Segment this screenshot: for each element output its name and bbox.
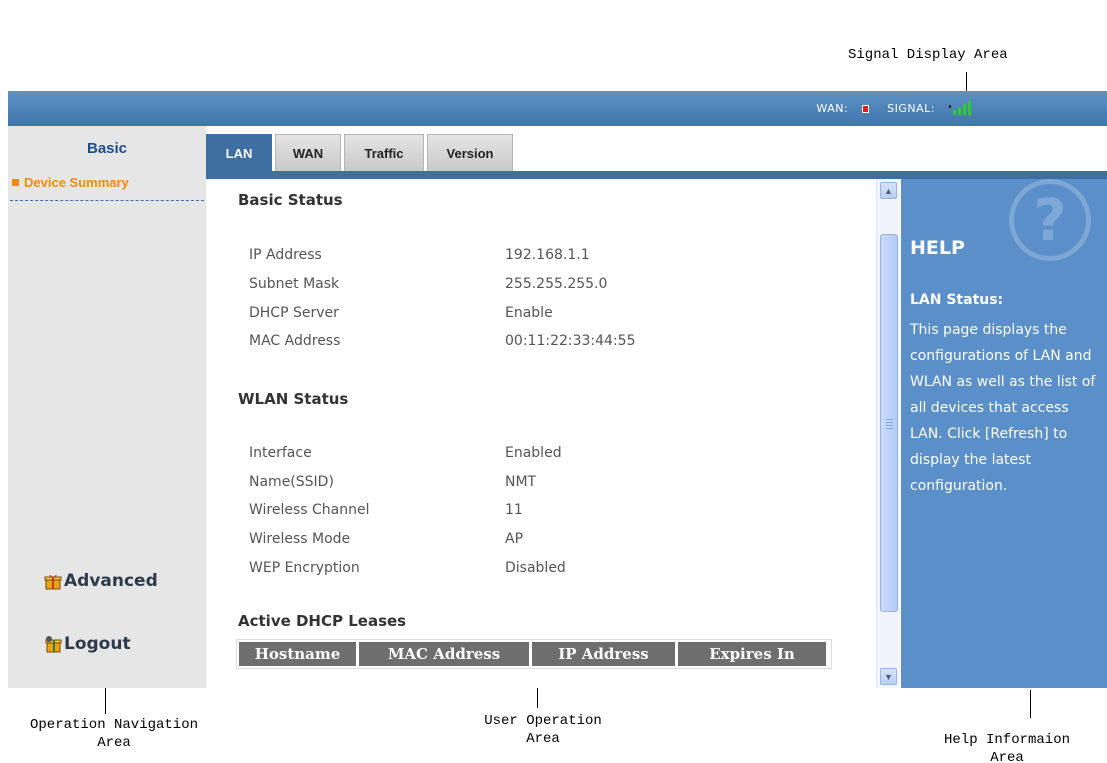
logout-label: Logout <box>64 634 131 654</box>
scroll-down-icon[interactable]: ▼ <box>880 668 897 685</box>
grip-line <box>886 428 893 429</box>
row-value: 00:11:22:33:44:55 <box>505 333 636 349</box>
column-header: Expires In <box>678 642 826 666</box>
navigation-sidebar: Basic Device Summary Advanced Logout <box>8 126 206 688</box>
help-title: HELP <box>910 237 965 259</box>
column-header: IP Address <box>532 642 675 666</box>
scroll-thumb[interactable] <box>880 234 898 612</box>
row-label: Wireless Channel <box>249 502 370 518</box>
bullet-icon <box>12 179 19 186</box>
content-scrollbar[interactable]: ▲ ▼ <box>876 179 900 688</box>
row-value: Enable <box>505 305 553 321</box>
row-value: 192.168.1.1 <box>505 247 590 263</box>
row-label: Wireless Mode <box>249 531 351 547</box>
tab-strip: LAN WAN Traffic Version <box>206 126 1107 179</box>
row-label: WEP Encryption <box>249 560 360 576</box>
tab-lan[interactable]: LAN <box>206 134 272 172</box>
advanced-label: Advanced <box>64 571 158 591</box>
nav-area-pointer <box>105 688 106 714</box>
mac-address-row: MAC Address 00:11:22:33:44:55 <box>249 333 869 349</box>
row-label: MAC Address <box>249 333 341 349</box>
sidebar-title: Basic <box>86 140 128 157</box>
help-area-pointer <box>1030 690 1031 718</box>
tab-wan[interactable]: WAN <box>275 134 341 172</box>
row-label: DHCP Server <box>249 305 339 321</box>
scroll-up-icon[interactable]: ▲ <box>880 182 897 199</box>
nav-area-caption: Operation Navigation Area <box>29 717 199 751</box>
user-operation-area: Basic Status IP Address 192.168.1.1 Subn… <box>206 179 874 688</box>
row-label: Name(SSID) <box>249 474 334 490</box>
interface-row: Interface Enabled <box>249 445 869 461</box>
row-value: 255.255.255.0 <box>505 276 608 292</box>
dhcp-leases-table-header: Hostname MAC Address IP Address Expires … <box>236 639 832 669</box>
wlan-status-title: WLAN Status <box>238 390 349 408</box>
gift-icon <box>44 572 62 590</box>
signal-strength-icon <box>949 100 977 117</box>
row-value: Disabled <box>505 560 566 576</box>
ip-address-row: IP Address 192.168.1.1 <box>249 247 869 263</box>
signal-label: SIGNAL: <box>887 102 935 115</box>
signal-area-caption: Signal Display Area <box>848 47 1008 63</box>
help-body: This page displays the configurations of… <box>910 322 1096 494</box>
wan-label: WAN: <box>816 102 849 115</box>
wireless-mode-row: Wireless Mode AP <box>249 531 869 547</box>
basic-status-title: Basic Status <box>238 191 343 209</box>
dhcp-server-row: DHCP Server Enable <box>249 305 869 321</box>
row-label: Interface <box>249 445 312 461</box>
row-value: Enabled <box>505 445 562 461</box>
grip-line <box>886 419 893 420</box>
ssid-row: Name(SSID) NMT <box>249 474 869 490</box>
wep-encryption-row: WEP Encryption Disabled <box>249 560 869 576</box>
grip-line <box>886 425 893 426</box>
status-topbar: WAN: SIGNAL: <box>8 91 1107 126</box>
signal-display: WAN: SIGNAL: <box>816 91 977 126</box>
tab-underline <box>206 171 1107 179</box>
advanced-link[interactable]: Advanced <box>44 571 158 591</box>
row-value: 11 <box>505 502 523 518</box>
sidebar-item-device-summary[interactable]: Device Summary <box>10 175 204 201</box>
row-value: NMT <box>505 474 537 490</box>
wan-status-icon <box>862 104 870 113</box>
logout-link[interactable]: Logout <box>44 634 131 654</box>
column-header: MAC Address <box>359 642 529 666</box>
tab-traffic[interactable]: Traffic <box>344 134 424 172</box>
row-value: AP <box>505 531 524 547</box>
tab-version[interactable]: Version <box>427 134 513 172</box>
subnet-mask-row: Subnet Mask 255.255.255.0 <box>249 276 869 292</box>
wireless-channel-row: Wireless Channel 11 <box>249 502 869 518</box>
row-label: IP Address <box>249 247 322 263</box>
logout-icon <box>44 635 62 653</box>
dhcp-leases-title: Active DHCP Leases <box>238 612 407 630</box>
help-area-caption: Help Informaion Area <box>943 732 1071 763</box>
help-panel: ? HELP LAN Status: This page displays th… <box>901 179 1107 688</box>
sidebar-item-label: Device Summary <box>24 175 129 190</box>
row-label: Subnet Mask <box>249 276 340 292</box>
help-subtitle: LAN Status: <box>910 292 1004 308</box>
question-mark-icon: ? <box>1009 179 1091 261</box>
user-area-caption: User Operation Area <box>484 713 602 747</box>
grip-line <box>886 422 893 423</box>
column-header: Hostname <box>239 642 356 666</box>
